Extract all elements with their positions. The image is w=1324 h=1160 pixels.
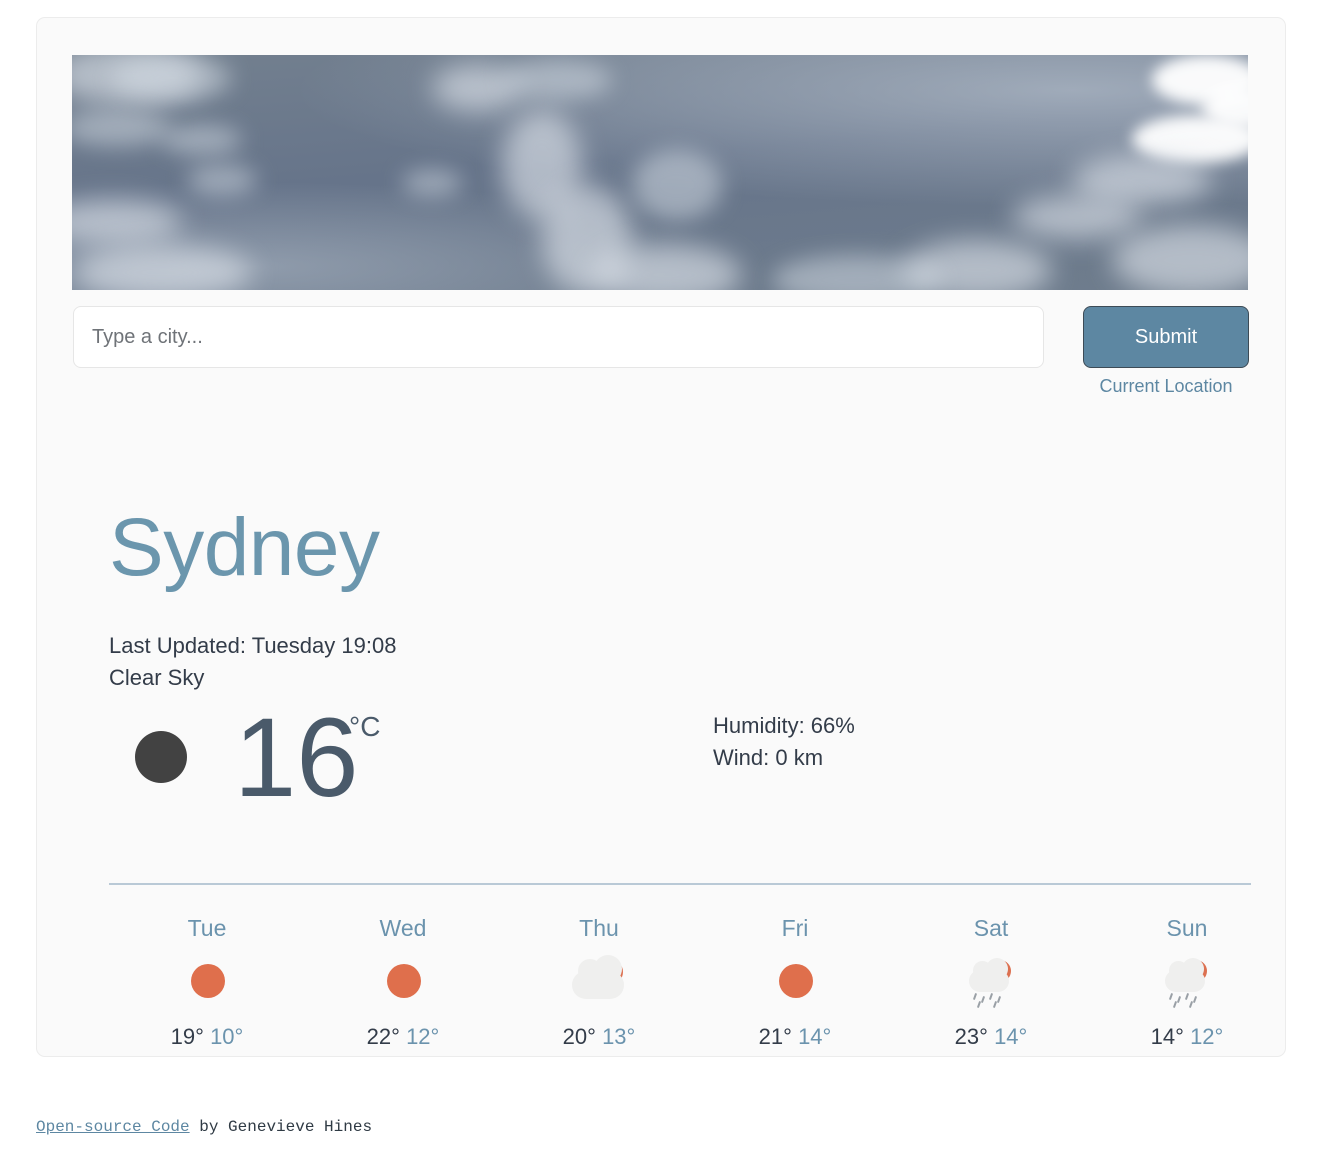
forecast-low: 14° — [994, 1024, 1028, 1049]
current-temperature-block: 16 °C — [109, 693, 509, 823]
footer: Open-source Code by Genevieve Hines — [36, 1118, 372, 1136]
forecast-low: 13° — [602, 1024, 636, 1049]
humidity-text: Humidity: 66% — [713, 713, 855, 738]
rain-sun-icon — [956, 957, 1026, 1009]
city-title: Sydney — [109, 502, 380, 593]
forecast-icon-wrap — [109, 957, 305, 1013]
cloud-shape — [112, 55, 232, 101]
sun-icon — [760, 957, 830, 1009]
cloud-shape — [502, 60, 612, 100]
sun-icon — [368, 957, 438, 1009]
wind-text: Wind: 0 km — [713, 745, 824, 770]
current-condition-icon — [135, 731, 187, 783]
forecast-day: Wed 22° 12° — [305, 913, 501, 1051]
forecast-low: 10° — [210, 1024, 244, 1049]
section-divider — [109, 883, 1251, 885]
footer-credit: by Genevieve Hines — [189, 1118, 373, 1136]
forecast-high: 21° — [758, 1024, 792, 1049]
city-search-input[interactable] — [73, 306, 1044, 368]
forecast-temps: 23° 14° — [893, 1023, 1089, 1051]
forecast-high: 14° — [1150, 1024, 1184, 1049]
forecast-day: Fri 21° 14° — [697, 913, 893, 1051]
forecast-row: Tue 19° 10° Wed 22° 12° Thu 20° 13° Fri … — [109, 913, 1285, 1051]
forecast-icon-wrap — [501, 955, 697, 1013]
forecast-day-name: Tue — [187, 915, 227, 941]
forecast-day: Tue 19° 10° — [109, 913, 305, 1051]
weather-stats: Humidity: 66% Wind: 0 km — [713, 710, 855, 774]
forecast-temps: 22° 12° — [305, 1023, 501, 1051]
forecast-high: 20° — [562, 1024, 596, 1049]
cloud-shape — [632, 150, 722, 220]
forecast-icon-wrap — [893, 957, 1089, 1013]
sky-banner-image — [72, 55, 1248, 290]
forecast-icon-wrap — [1089, 957, 1285, 1013]
cloud-shape — [162, 125, 242, 155]
forecast-high: 19° — [170, 1024, 204, 1049]
cloud-shape — [402, 170, 462, 196]
sun-icon — [172, 957, 242, 1009]
forecast-day: Sun 14° 12° — [1089, 913, 1285, 1051]
weather-card: Submit Current Location Sydney Last Upda… — [36, 17, 1286, 1057]
forecast-low: 12° — [1190, 1024, 1224, 1049]
forecast-low: 12° — [406, 1024, 440, 1049]
forecast-day: Sat 23° 14° — [893, 913, 1089, 1051]
forecast-icon-wrap — [697, 957, 893, 1013]
search-form: Submit Current Location — [73, 306, 1251, 396]
last-updated-text: Last Updated: Tuesday 19:08 — [109, 633, 397, 658]
cloud-shape — [1012, 195, 1142, 239]
weather-description: Clear Sky — [109, 665, 205, 690]
forecast-temps: 14° 12° — [1089, 1023, 1285, 1051]
weather-app-page: Submit Current Location Sydney Last Upda… — [0, 0, 1324, 1160]
temperature-value: 16 — [234, 695, 359, 820]
forecast-day-name: Wed — [379, 915, 427, 941]
forecast-day-name: Fri — [781, 915, 809, 941]
forecast-day-name: Thu — [579, 915, 619, 941]
temperature-unit: °C — [349, 711, 381, 742]
forecast-icon-wrap — [305, 957, 501, 1013]
forecast-day-name: Sat — [973, 915, 1009, 941]
cloud-shape — [187, 165, 257, 195]
open-source-code-link[interactable]: Open-source Code — [36, 1118, 190, 1136]
forecast-high: 22° — [366, 1024, 400, 1049]
rain-sun-icon — [1152, 957, 1222, 1009]
forecast-temps: 19° 10° — [109, 1023, 305, 1051]
forecast-temps: 21° 14° — [697, 1023, 893, 1051]
forecast-low: 14° — [798, 1024, 832, 1049]
forecast-high: 23° — [954, 1024, 988, 1049]
forecast-temps: 20° 13° — [501, 1023, 697, 1051]
forecast-day: Thu 20° 13° — [501, 913, 697, 1051]
current-location-link[interactable]: Current Location — [1083, 376, 1249, 397]
forecast-day-name: Sun — [1166, 915, 1208, 941]
submit-button[interactable]: Submit — [1083, 306, 1249, 368]
cloud-sun-icon — [564, 955, 634, 1009]
